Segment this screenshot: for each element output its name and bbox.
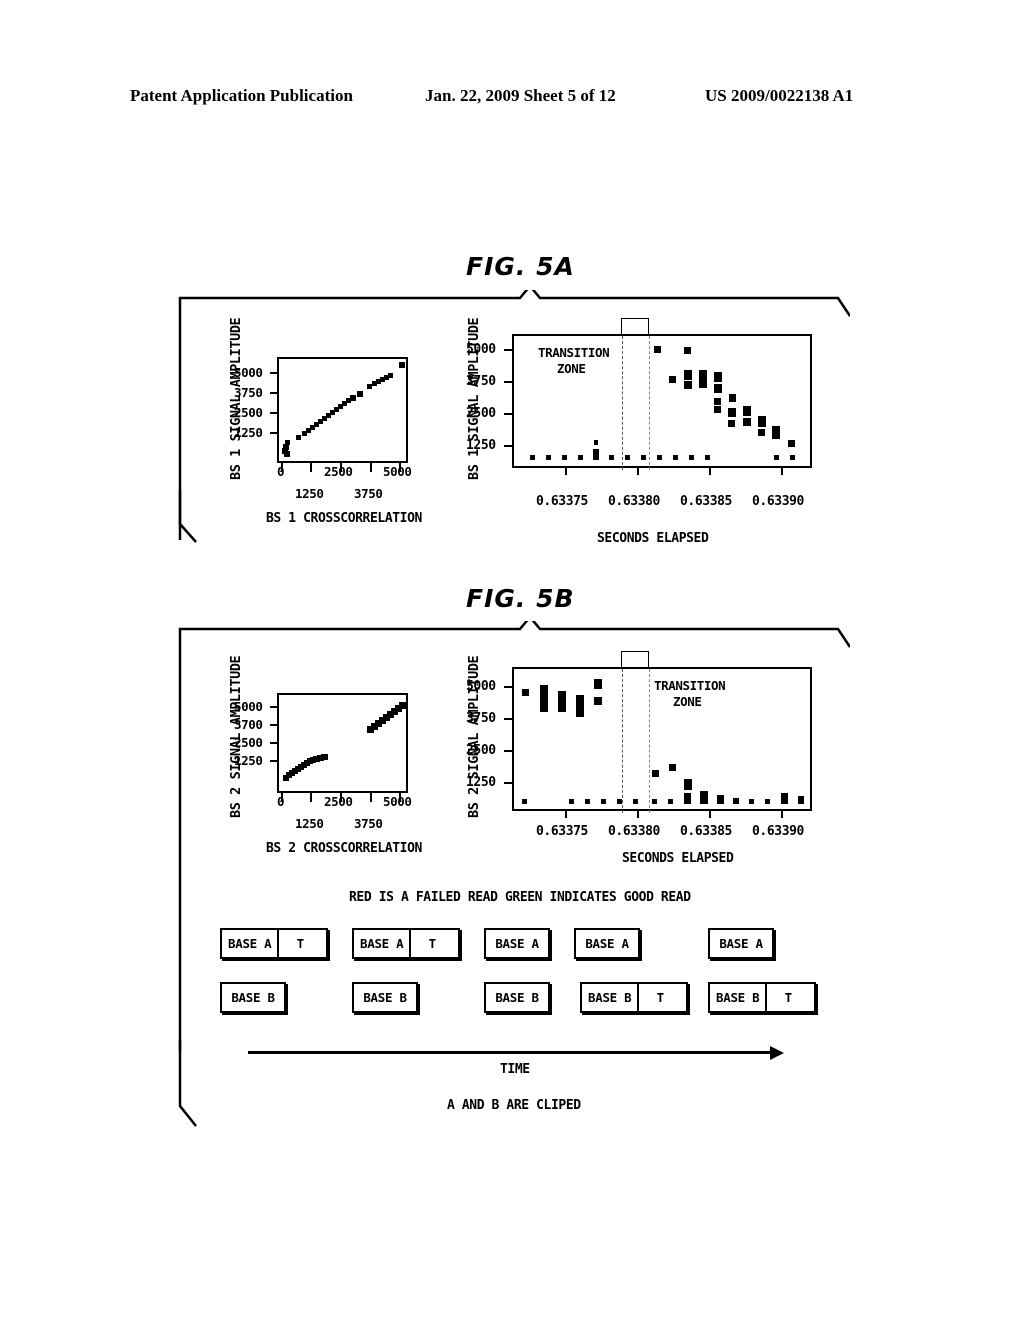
fig5a-left-plot-frame [277, 357, 408, 463]
fig5a-left-xtick-0: 0 [277, 464, 285, 479]
time-axis-arrowhead [770, 1046, 784, 1060]
fig5b-right-xtick-3: 0.63390 [752, 824, 804, 839]
fig5a-right-ytick-2: 2500 [466, 406, 496, 421]
fig5b-annotation-line2: ZONE [673, 694, 702, 709]
fig5b-left-xtick-2: 5000 [383, 794, 412, 809]
fig5a-tz-line-left [622, 336, 623, 470]
base-b-box-5[interactable]: BASE B T [708, 982, 816, 1013]
fig5b-right-ytick-0: 5000 [466, 679, 496, 694]
fig5b-right-xlabel: SECONDS ELAPSED [622, 851, 734, 866]
fig5a-right-xtick-0: 0.63375 [536, 494, 588, 509]
fig5b-left-xtick-1: 2500 [324, 794, 353, 809]
base-b-t-5: T [765, 984, 809, 1011]
fig5a-left-ytick-0: 5000 [234, 365, 263, 380]
base-a-label-5: BASE A [719, 936, 763, 951]
fig5b-right-xtick-1: 0.63380 [608, 824, 660, 839]
header-patent-number: US 2009/0022138 A1 [705, 86, 854, 105]
timeline-caption: RED IS A FAILED READ GREEN INDICATES GOO… [349, 890, 691, 905]
fig5b-right-ytick-2: 2500 [466, 743, 496, 758]
fig5a-right-xtick-3: 0.63390 [752, 494, 804, 509]
fig5b-tz-line-left [622, 669, 623, 813]
fig5b-left-ytick-1: 3700 [234, 717, 263, 732]
fig5b-left-ytick-0: 5000 [234, 699, 263, 714]
fig5b-left-ytick-2: 2500 [234, 735, 263, 750]
fig5b-tz-line-right [649, 669, 650, 813]
base-a-box-5[interactable]: BASE A [708, 928, 774, 959]
fig5a-right-ytick-3: 1250 [466, 438, 496, 453]
fig5a-left-ytick-3: 1250 [234, 425, 263, 440]
fig5a-right-ytick-0: 5000 [466, 342, 496, 357]
base-b-box-4[interactable]: BASE B T [580, 982, 688, 1013]
base-b-t-4: T [637, 984, 681, 1011]
base-b-label-2: BASE B [363, 990, 407, 1005]
fig5b-right-xtick-2: 0.63385 [680, 824, 732, 839]
base-a-box-4[interactable]: BASE A [574, 928, 640, 959]
fig5a-left-xtick-3: 1250 [295, 486, 324, 501]
time-axis-label: TIME [500, 1062, 530, 1077]
base-a-label-3: BASE A [495, 936, 539, 951]
fig5a-right-xlabel: SECONDS ELAPSED [597, 531, 709, 546]
figure-title-5b: FIG. 5B [466, 584, 575, 613]
fig5a-right-xtick-1: 0.63380 [608, 494, 660, 509]
fig5a-left-xtick-1: 2500 [324, 464, 353, 479]
fig5a-right-ytick-1: 3750 [466, 374, 496, 389]
time-axis-arrow [248, 1051, 777, 1054]
base-b-label-4: BASE B [588, 990, 632, 1005]
patent-figure-page: Patent Application Publication Jan. 22, … [0, 0, 1024, 1320]
base-b-box-1[interactable]: BASE B [220, 982, 286, 1013]
base-b-label-5: BASE B [716, 990, 760, 1005]
base-a-box-3[interactable]: BASE A [484, 928, 550, 959]
base-b-box-2[interactable]: BASE B [352, 982, 418, 1013]
fig5a-left-ytick-2: 2500 [234, 405, 263, 420]
base-a-t-2: T [409, 930, 453, 957]
header-date-sheet: Jan. 22, 2009 Sheet 5 of 12 [425, 86, 616, 105]
fig5a-left-xtick-2: 5000 [383, 464, 412, 479]
fig5b-left-plot-frame [277, 693, 408, 793]
timeline-footnote: A AND B ARE CLIPED [447, 1098, 581, 1113]
fig5a-right-xtick-2: 0.63385 [680, 494, 732, 509]
fig5b-right-xtick-0: 0.63375 [536, 824, 588, 839]
fig5a-left-ytick-1: 3750 [234, 385, 263, 400]
fig5b-right-ytick-3: 1250 [466, 775, 496, 790]
fig5a-left-xlabel: BS 1 CROSSCORRELATION [266, 511, 422, 526]
figure-bracket-5a-tail [178, 490, 238, 548]
fig5b-transition-zone-bracket [621, 651, 649, 668]
base-a-label-2: BASE A [360, 936, 404, 951]
fig5b-right-ytick-1: 3750 [466, 711, 496, 726]
fig5a-annotation-line2: ZONE [557, 361, 586, 376]
base-a-label-1: BASE A [228, 936, 272, 951]
base-a-box-1[interactable]: BASE A T [220, 928, 328, 959]
base-b-box-3[interactable]: BASE B [484, 982, 550, 1013]
fig5b-left-ytick-3: 1250 [234, 753, 263, 768]
base-b-label-1: BASE B [231, 990, 275, 1005]
fig5a-left-xtick-4: 3750 [354, 486, 383, 501]
figure-bracket-5b-tail [178, 1040, 238, 1130]
fig5a-annotation-line1: TRANSITION [538, 345, 610, 360]
fig5a-transition-zone-bracket [621, 318, 649, 335]
fig5b-left-xtick-3: 1250 [295, 816, 324, 831]
header-publication: Patent Application Publication [130, 86, 353, 105]
page-header: Patent Application Publication Jan. 22, … [0, 86, 1024, 112]
fig5b-annotation-line1: TRANSITION [654, 678, 726, 693]
figure-title-5a: FIG. 5A [466, 252, 575, 281]
fig5a-tz-line-right [649, 336, 650, 470]
fig5b-left-xlabel: BS 2 CROSSCORRELATION [266, 841, 422, 856]
base-a-t-1: T [277, 930, 321, 957]
base-b-label-3: BASE B [495, 990, 539, 1005]
fig5b-left-xtick-0: 0 [277, 794, 285, 809]
base-a-label-4: BASE A [585, 936, 629, 951]
base-a-box-2[interactable]: BASE A T [352, 928, 460, 959]
fig5b-left-xtick-4: 3750 [354, 816, 383, 831]
